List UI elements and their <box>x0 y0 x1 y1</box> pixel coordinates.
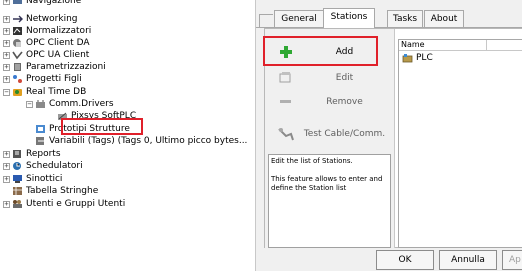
tree-item[interactable]: Tabella Stringhe <box>3 185 98 197</box>
description-line-2: This feature allows to enter and define … <box>271 175 383 192</box>
ok-button[interactable]: OK <box>376 250 434 270</box>
tree-item[interactable]: + Progetti Figli <box>3 73 82 85</box>
project-tree: + Navigazione + Networking + Normalizzatori + O… <box>0 0 255 271</box>
string-table-icon <box>12 186 23 196</box>
plc-station-icon <box>402 53 413 63</box>
tree-item-label: Parametrizzazioni <box>26 62 106 72</box>
description-line-1: Edit the list of Stations. <box>271 157 353 165</box>
tree-item[interactable]: + Navigazione <box>3 0 81 7</box>
list-item[interactable]: PLC <box>402 52 433 64</box>
highlight-box-add <box>263 36 378 66</box>
station-name: PLC <box>416 53 433 63</box>
stations-list[interactable]: Name PLC <box>398 39 522 248</box>
expand-icon[interactable]: + <box>3 175 10 183</box>
tree-item-label: Schedulatori <box>26 161 83 171</box>
no-expander <box>26 138 33 145</box>
realtime-db-icon <box>12 87 23 97</box>
tree-item-label: Utenti e Gruppi Utenti <box>26 199 126 209</box>
expand-icon[interactable]: + <box>3 39 10 47</box>
expand-icon[interactable]: + <box>3 51 10 59</box>
expand-icon[interactable]: + <box>3 27 10 35</box>
tree-item[interactable]: + Schedulatori <box>3 160 83 172</box>
schedulers-icon <box>12 161 23 171</box>
no-expander <box>3 188 10 195</box>
expand-icon[interactable]: + <box>3 15 10 23</box>
tree-item-label: Reports <box>26 149 61 159</box>
tree-item[interactable]: Variabili (Tags) (Tags 0, Ultimo picco b… <box>26 135 247 147</box>
cancel-button[interactable]: Annulla <box>439 250 497 270</box>
tree-item-label: Normalizzatori <box>26 26 92 36</box>
expand-icon[interactable]: + <box>3 63 10 71</box>
navigation-icon <box>12 0 23 6</box>
description-gap <box>271 166 388 175</box>
expand-icon[interactable]: + <box>3 75 10 83</box>
users-groups-icon <box>12 199 23 209</box>
test-cable-button-label: Test Cable/Comm. <box>303 128 386 139</box>
tree-item-label: Variabili (Tags) (Tags 0, Ultimo picco b… <box>49 136 248 146</box>
tree-item-label: OPC UA Client <box>26 50 90 60</box>
tree-item[interactable]: + Normalizzatori <box>3 25 91 37</box>
prototypes-icon <box>35 124 46 134</box>
expand-icon[interactable]: + <box>3 162 10 170</box>
tree-item-label: Comm.Drivers <box>49 99 114 109</box>
opc-client-da-icon <box>12 38 23 48</box>
tree-item[interactable]: + OPC UA Client <box>3 49 89 61</box>
tab-tasks[interactable]: Tasks <box>387 10 423 27</box>
test-cable-icon <box>276 125 296 143</box>
tab-about[interactable]: About <box>424 10 464 27</box>
tab-spacer <box>259 14 273 27</box>
tree-item-label: OPC Client DA <box>26 38 90 48</box>
comm-drivers-icon <box>35 99 46 109</box>
tree-item[interactable]: + Utenti e Gruppi Utenti <box>3 198 125 210</box>
expand-icon[interactable]: + <box>3 150 10 158</box>
test-cable-button[interactable]: Test Cable/Comm. <box>268 118 393 149</box>
no-expander <box>48 113 55 120</box>
edit-icon <box>276 69 296 87</box>
apply-button[interactable]: Ap <box>502 250 522 270</box>
expand-icon[interactable]: + <box>3 0 10 5</box>
tree-item[interactable]: + Networking <box>3 13 78 25</box>
tree-item[interactable]: + Parametrizzazioni <box>3 61 106 73</box>
remove-button-label: Remove <box>326 96 363 107</box>
list-header: Name <box>399 40 522 51</box>
reports-icon <box>12 149 23 159</box>
tree-item[interactable]: − Real Time DB <box>3 86 86 98</box>
tab-stations[interactable]: Stations <box>323 8 375 28</box>
opc-ua-client-icon <box>12 50 23 60</box>
tree-item-label: Tabella Stringhe <box>26 186 99 196</box>
expand-icon[interactable]: + <box>3 200 10 208</box>
normalizer-icon <box>12 26 23 36</box>
synoptics-icon <box>12 174 23 184</box>
no-expander <box>26 126 33 133</box>
list-column-2[interactable] <box>487 40 522 50</box>
tree-item-label: Real Time DB <box>26 87 87 97</box>
networking-icon <box>12 14 23 24</box>
tree-item[interactable]: − Comm.Drivers <box>26 98 114 110</box>
edit-button-label: Edit <box>335 72 354 83</box>
tree-item[interactable]: + Sinottici <box>3 173 62 185</box>
remove-minus-icon <box>276 93 296 111</box>
tree-item-label: Sinottici <box>26 174 63 184</box>
list-column-name[interactable]: Name <box>399 40 487 50</box>
tree-item-label: Networking <box>26 14 78 24</box>
variables-icon <box>35 136 46 146</box>
tree-item[interactable]: + OPC Client DA <box>3 37 90 49</box>
remove-button[interactable]: Remove <box>268 86 393 117</box>
tree-item-label: Navigazione <box>26 0 82 6</box>
highlight-box-driver <box>61 118 143 135</box>
description-box: Edit the list of Stations. This feature … <box>268 154 391 248</box>
tab-general[interactable]: General <box>274 10 324 27</box>
collapse-icon[interactable]: − <box>26 100 33 108</box>
collapse-icon[interactable]: − <box>3 88 10 96</box>
child-projects-icon <box>12 74 23 84</box>
parameters-icon <box>12 62 23 72</box>
tree-item[interactable]: + Reports <box>3 148 61 160</box>
tree-item-label: Progetti Figli <box>26 74 82 84</box>
